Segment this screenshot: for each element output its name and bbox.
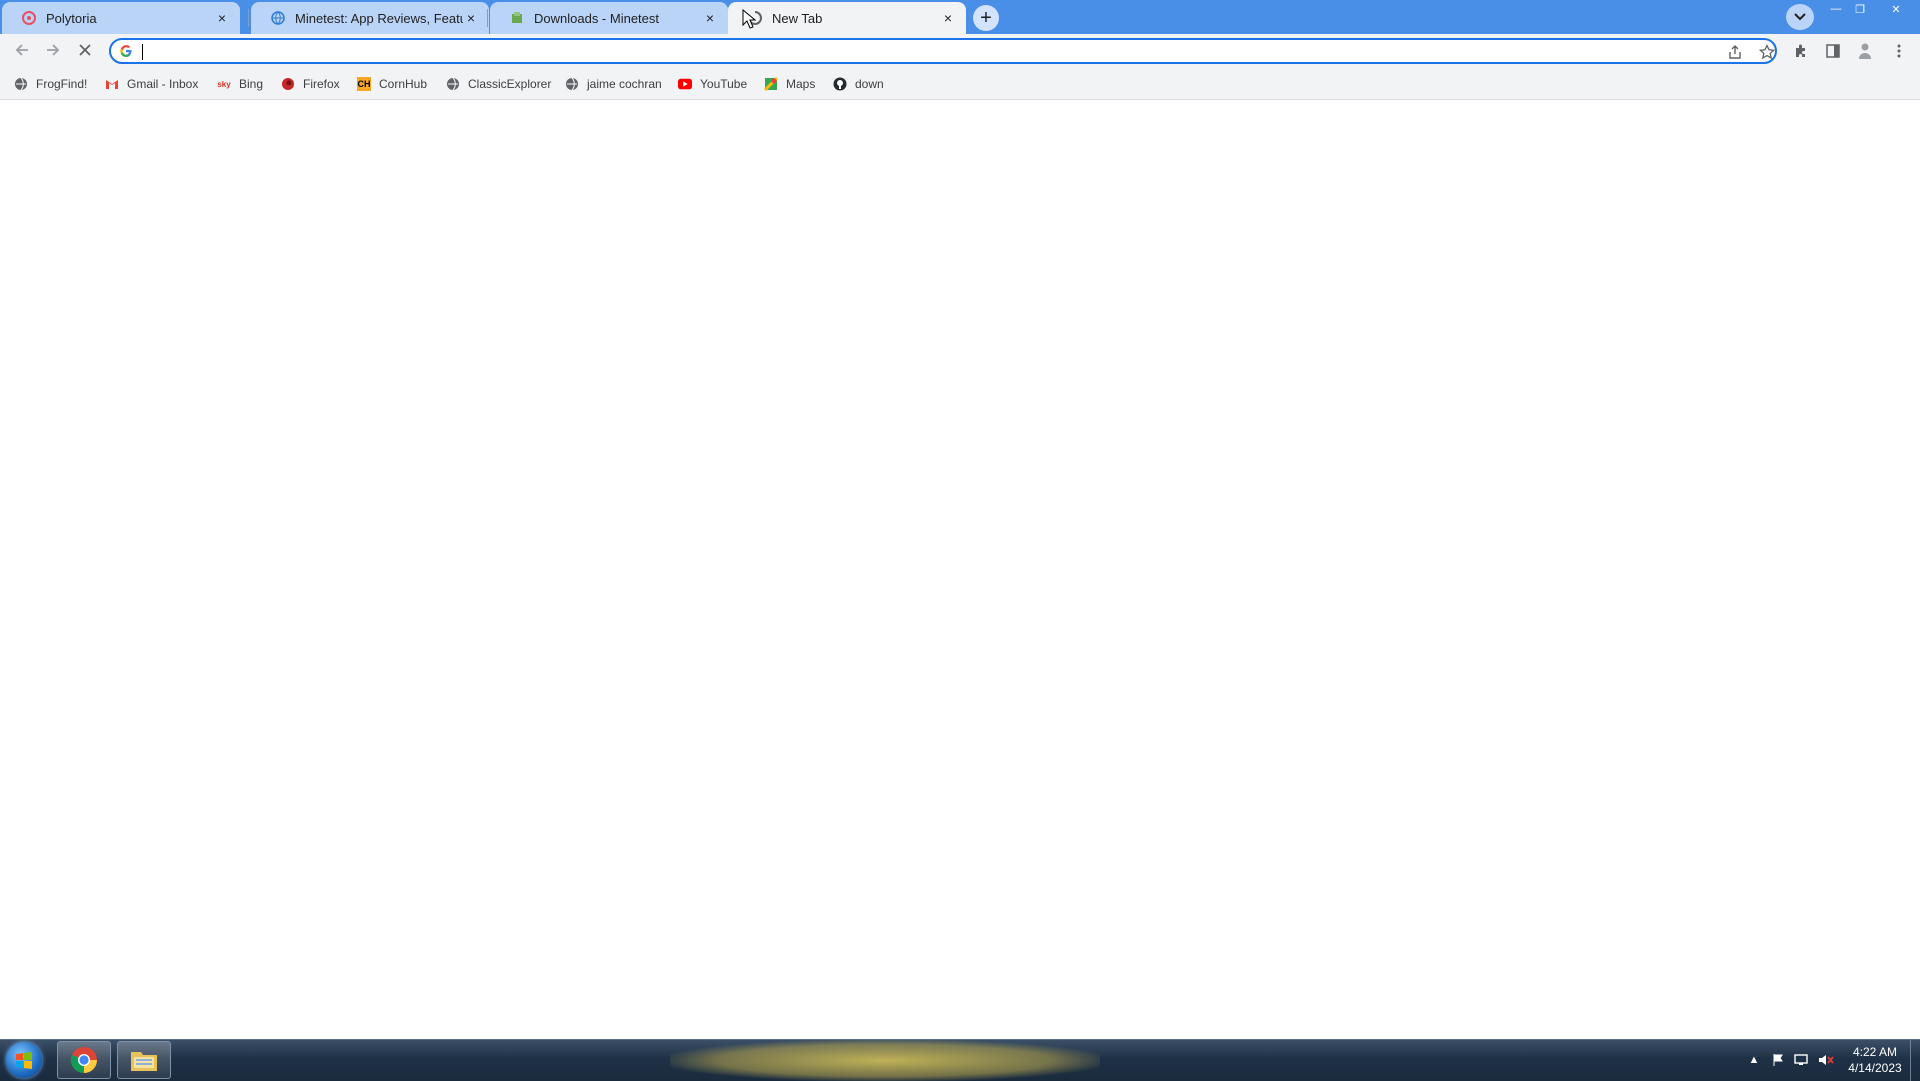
bookmark-label: jaime cochran [587, 77, 662, 91]
file-explorer-icon [131, 1052, 157, 1071]
browser-toolbar [0, 34, 1920, 68]
maps-icon [764, 77, 778, 91]
taskbar-highlight [670, 1040, 1100, 1081]
bookmark-star-icon[interactable] [1759, 44, 1775, 60]
chrome-icon [70, 1047, 97, 1074]
google-icon [119, 44, 133, 58]
tab-strip: Polytoria × Minetest: App Reviews, Featu… [0, 0, 1920, 34]
close-tab-icon[interactable]: × [463, 10, 479, 26]
omnibox-input[interactable] [141, 42, 1701, 60]
tab-title: Downloads - Minetest [534, 10, 659, 26]
globe-icon [14, 77, 28, 91]
bookmark-label: Bing [239, 77, 264, 91]
bookmark-label: CornHub [379, 77, 428, 91]
text-caret [142, 44, 143, 60]
bookmark-label: YouTube [700, 77, 748, 91]
globe-icon [271, 11, 285, 25]
bookmark-label: Firefox [303, 77, 340, 91]
show-desktop-button[interactable] [1910, 1040, 1920, 1081]
bookmark-gmail[interactable]: Gmail - Inbox [105, 76, 198, 92]
arrow-right-icon [45, 42, 61, 61]
firefox-icon [281, 77, 295, 91]
close-window-button[interactable]: ✕ [1872, 0, 1920, 18]
bookmark-cornhub[interactable]: CH CornHub [357, 76, 427, 92]
bookmark-bing[interactable]: sky Bing [217, 76, 263, 92]
bookmark-label: down [855, 77, 884, 91]
bookmark-classicexplorer[interactable]: ClassicExplorer [446, 76, 551, 92]
bookmark-youtube[interactable]: YouTube [678, 76, 747, 92]
bookmark-frogfind[interactable]: FrogFind! [14, 76, 87, 92]
polytoria-icon [22, 11, 36, 25]
tab-minetest-reviews[interactable]: Minetest: App Reviews, Features × [251, 2, 489, 34]
bookmark-label: ClassicExplorer [468, 77, 552, 91]
windows-logo-icon [16, 1052, 32, 1069]
close-tab-icon[interactable]: × [940, 10, 956, 26]
restore-button[interactable]: ❐ [1848, 0, 1872, 18]
bookmark-down[interactable]: down [833, 76, 884, 92]
bookmark-label: Maps [786, 77, 816, 91]
tab-title: New Tab [772, 10, 823, 26]
taskbar-chrome[interactable] [57, 1041, 111, 1079]
page-content [0, 100, 1920, 1039]
bookmark-label: FrogFind! [36, 77, 88, 91]
tab-separator [487, 9, 488, 27]
tab-separator [248, 9, 249, 27]
globe-icon [446, 77, 460, 91]
side-panel-icon[interactable] [1824, 42, 1842, 60]
youtube-icon [678, 77, 692, 91]
action-center-flag-icon[interactable] [1770, 1052, 1786, 1068]
address-bar[interactable] [109, 38, 1777, 64]
forward-button[interactable] [42, 40, 64, 62]
bookmarks-bar: FrogFind! Gmail - Inbox sky Bing Firefox… [0, 68, 1920, 100]
back-button[interactable] [11, 40, 33, 62]
bookmark-maps[interactable]: Maps [764, 76, 815, 92]
github-icon [833, 77, 847, 91]
taskbar: ▲ 4:22 AM 4/14/2023 [0, 1039, 1920, 1081]
close-tab-icon[interactable]: × [702, 10, 718, 26]
more-menu-icon[interactable] [1890, 42, 1908, 60]
bookmark-label: Gmail - Inbox [127, 77, 199, 91]
profile-avatar-icon[interactable] [1856, 42, 1874, 60]
close-tab-icon[interactable]: × [214, 10, 230, 26]
bookmark-jaime-cochran[interactable]: jaime cochran [565, 76, 662, 92]
show-hidden-icons-icon[interactable]: ▲ [1746, 1052, 1762, 1068]
globe-icon [565, 77, 579, 91]
mouse-cursor-icon [742, 8, 757, 29]
bing-icon: sky [217, 79, 231, 89]
new-tab-button[interactable]: + [973, 5, 999, 31]
share-icon[interactable] [1727, 44, 1743, 60]
tab-new-tab[interactable]: New Tab × [728, 2, 966, 34]
bookmark-firefox[interactable]: Firefox [281, 76, 340, 92]
close-icon [78, 43, 92, 60]
volume-muted-icon[interactable] [1818, 1052, 1834, 1068]
arrow-left-icon [14, 42, 30, 61]
network-icon[interactable] [1794, 1052, 1810, 1068]
tab-title: Polytoria [46, 10, 97, 26]
gmail-icon [105, 77, 119, 91]
start-button[interactable] [6, 1042, 42, 1078]
tab-search-button[interactable] [1786, 4, 1814, 30]
clock-time: 4:22 AM [1852, 1045, 1898, 1059]
window-controls: — ❐ ✕ [1824, 0, 1920, 18]
stop-loading-button[interactable] [74, 40, 96, 62]
cornhub-icon: CH [357, 77, 371, 91]
system-clock[interactable]: 4:22 AM 4/14/2023 [1840, 1044, 1910, 1076]
extensions-icon[interactable] [1792, 42, 1810, 60]
chevron-down-icon [1794, 10, 1806, 24]
taskbar-file-explorer[interactable] [117, 1041, 171, 1079]
clock-date: 4/14/2023 [1848, 1061, 1902, 1075]
tab-title: Minetest: App Reviews, Features [295, 10, 463, 26]
tab-polytoria[interactable]: Polytoria × [2, 2, 240, 34]
tab-downloads-minetest[interactable]: Downloads - Minetest × [490, 2, 728, 34]
minetest-icon [510, 11, 524, 25]
minimize-button[interactable]: — [1824, 0, 1848, 18]
